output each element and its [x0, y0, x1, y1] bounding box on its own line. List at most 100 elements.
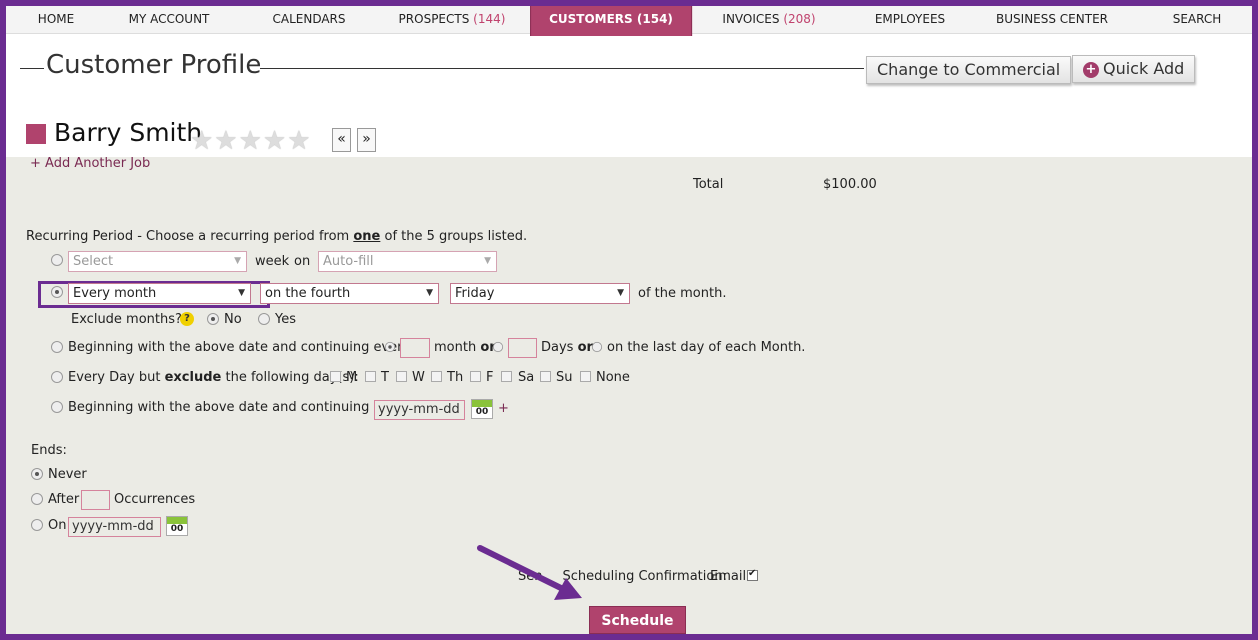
nav-business-center[interactable]: BUSINESS CENTER: [996, 6, 1108, 34]
email-confirmation-checkbox[interactable]: [747, 568, 758, 581]
exclude-months-label: Exclude months?: [71, 312, 182, 327]
interval-month-radio[interactable]: [384, 341, 396, 353]
nav-calendars[interactable]: CALENDARS: [272, 6, 345, 34]
exclude-day-f-label: F: [486, 370, 494, 385]
exclude-day-sa-checkbox[interactable]: [501, 371, 512, 382]
add-date-plus-icon[interactable]: +: [498, 401, 509, 416]
interval-month-input[interactable]: [400, 338, 430, 358]
recurring-heading-text-a: - Choose a recurring period from: [133, 229, 354, 244]
change-to-commercial-button[interactable]: Change to Commercial: [866, 56, 1072, 84]
exclude-no-radio[interactable]: [207, 313, 219, 325]
daily-prefix-a: Every Day but: [68, 370, 165, 385]
nav-prospects[interactable]: PROSPECTS (144): [399, 6, 506, 34]
nav-my-account[interactable]: MY ACCOUNT: [129, 6, 210, 34]
occurrence-select-value: on the fourth: [265, 286, 351, 301]
title-divider-right: [260, 68, 864, 69]
recurring-option-until-radio[interactable]: [51, 401, 63, 413]
recurring-option-daily-radio[interactable]: [51, 371, 63, 383]
nav-home-label: HOME: [37, 12, 75, 26]
week-label: week: [255, 254, 290, 269]
help-icon[interactable]: ?: [180, 312, 194, 326]
exclude-day-w-checkbox[interactable]: [396, 371, 407, 382]
week-select-value: Select: [73, 254, 114, 269]
ends-label: Ends:: [31, 443, 67, 458]
exclude-day-sa-label: Sa: [518, 370, 535, 385]
previous-customer-button[interactable]: «: [332, 128, 351, 152]
total-value: $100.00: [823, 177, 877, 192]
recurring-option-month-radio[interactable]: [51, 286, 63, 298]
exclude-yes-label: Yes: [275, 312, 296, 327]
caret-down-icon: ▼: [617, 288, 624, 298]
quick-add-button[interactable]: + Quick Add: [1072, 55, 1196, 83]
nav-prospects-label: PROSPECTS: [398, 12, 470, 26]
nav-prospects-count: (144): [473, 12, 506, 26]
occurrences-input[interactable]: [81, 490, 110, 510]
customer-name: Barry Smith: [54, 118, 203, 147]
last-day-label: on the last day of each Month.: [607, 340, 806, 355]
exclude-day-t-label: T: [381, 370, 389, 385]
recurring-option-week-radio[interactable]: [51, 254, 63, 266]
nav-search-label: SEARCH: [1172, 12, 1222, 26]
recurring-option-interval-radio[interactable]: [51, 341, 63, 353]
title-divider-left: [20, 68, 44, 69]
interval-days-input[interactable]: [508, 338, 537, 358]
recurring-heading-one: one: [353, 229, 381, 244]
customer-color-square: [26, 124, 46, 144]
ends-after-label: After: [48, 492, 80, 507]
ends-on-date-input[interactable]: yyyy-mm-dd: [68, 517, 161, 537]
rating-stars[interactable]: ★★★★★: [190, 126, 312, 156]
interval-month-label: month or: [434, 340, 496, 355]
exclude-yes-radio[interactable]: [258, 313, 270, 325]
occurrences-label: Occurrences: [114, 492, 196, 507]
recurring-heading-text-b: of the 5 groups listed.: [380, 229, 528, 244]
nav-customers[interactable]: CUSTOMERS (154): [530, 6, 692, 36]
period-select[interactable]: Every month ▼: [68, 283, 251, 304]
interval-or-2: or: [577, 340, 593, 355]
exclude-day-f-checkbox[interactable]: [470, 371, 481, 382]
nav-customers-count: (154): [636, 12, 673, 26]
plus-circle-icon: +: [1083, 62, 1099, 78]
exclude-no-label: No: [224, 312, 242, 327]
ends-after-radio[interactable]: [31, 493, 43, 505]
schedule-button[interactable]: Schedule: [589, 606, 686, 634]
interval-days-label: Days or: [541, 340, 593, 355]
of-the-month-label: of the month.: [638, 286, 727, 301]
period-select-value: Every month: [73, 286, 157, 301]
nav-my-account-label: MY ACCOUNT: [128, 12, 210, 26]
nav-invoices-count: (208): [783, 12, 816, 26]
exclude-day-m-checkbox[interactable]: [330, 371, 341, 382]
next-customer-button[interactable]: »: [357, 128, 376, 152]
exclude-day-t-checkbox[interactable]: [365, 371, 376, 382]
nav-invoices-label: INVOICES: [722, 12, 780, 26]
exclude-day-none-checkbox[interactable]: [580, 371, 591, 382]
exclude-day-su-checkbox[interactable]: [540, 371, 551, 382]
nav-employees-label: EMPLOYEES: [874, 12, 946, 26]
day-select[interactable]: Friday ▼: [450, 283, 630, 304]
until-date-input[interactable]: yyyy-mm-dd: [374, 400, 465, 420]
daily-prefix-label: Every Day but exclude the following day(…: [68, 370, 359, 385]
weekday-autofill-select[interactable]: Auto-fill ▼: [318, 251, 497, 272]
day-select-value: Friday: [455, 286, 495, 301]
nav-home[interactable]: HOME: [38, 6, 74, 34]
last-day-radio[interactable]: [591, 341, 603, 353]
caret-down-icon: ▼: [234, 256, 241, 266]
nav-search[interactable]: SEARCH: [1173, 6, 1222, 34]
on-label: on: [294, 254, 311, 269]
occurrence-select[interactable]: on the fourth ▼: [260, 283, 439, 304]
add-another-job-link[interactable]: + Add Another Job: [30, 156, 150, 171]
interval-prefix-label: Beginning with the above date and contin…: [68, 340, 411, 355]
calendar-icon[interactable]: 00: [471, 399, 493, 419]
ends-never-radio[interactable]: [31, 468, 43, 480]
nav-employees[interactable]: EMPLOYEES: [875, 6, 945, 34]
app-frame: HOME MY ACCOUNT CALENDARS PROSPECTS (144…: [6, 6, 1252, 634]
email-label: Email: [710, 569, 747, 584]
nav-business-center-label: BUSINESS CENTER: [996, 12, 1108, 26]
ends-on-radio[interactable]: [31, 519, 43, 531]
exclude-day-w-label: W: [412, 370, 425, 385]
calendar-icon[interactable]: 00: [166, 516, 188, 536]
interval-days-radio[interactable]: [492, 341, 504, 353]
exclude-day-th-checkbox[interactable]: [431, 371, 442, 382]
nav-invoices[interactable]: INVOICES (208): [722, 6, 815, 34]
nav-calendars-label: CALENDARS: [272, 12, 346, 26]
week-select[interactable]: Select ▼: [68, 251, 247, 272]
